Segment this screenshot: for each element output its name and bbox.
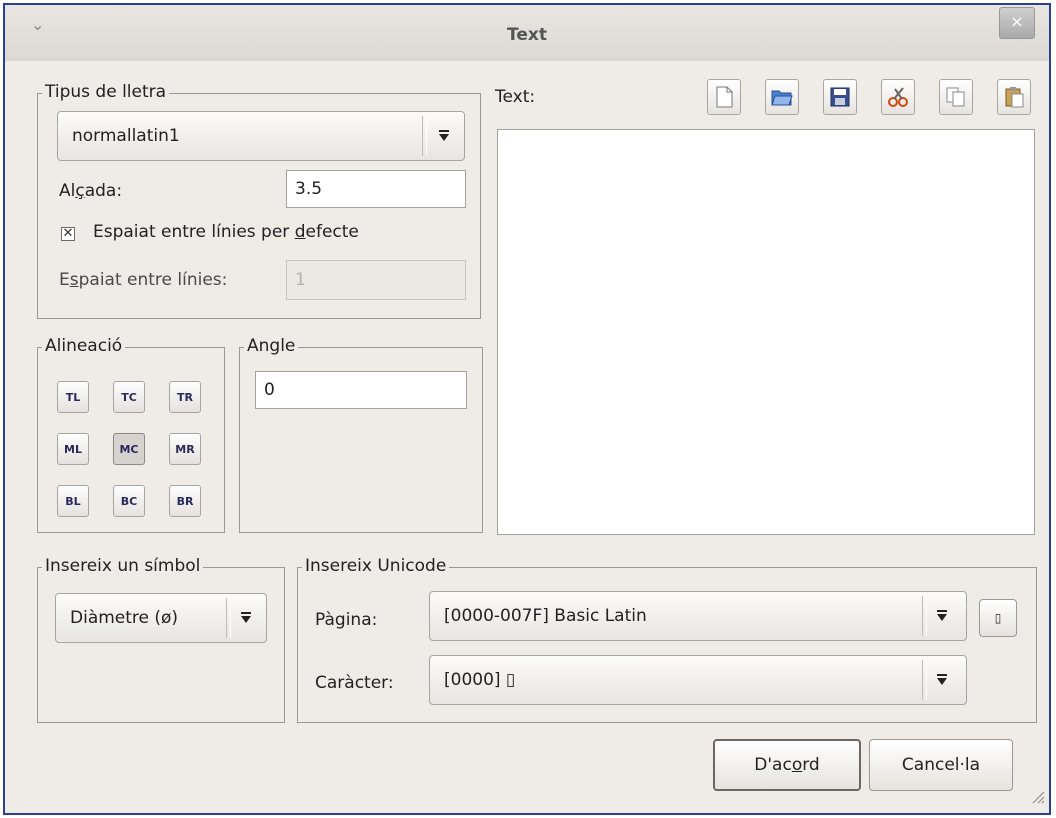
text-label: Text:: [495, 87, 536, 107]
default-spacing-label[interactable]: Espaiat entre línies per defecte: [93, 222, 359, 242]
height-input[interactable]: 3.5: [286, 170, 466, 208]
copy-icon[interactable]: [939, 79, 973, 115]
combo-separator: [922, 596, 927, 636]
align-br-button[interactable]: BR: [169, 485, 201, 517]
unicode-char-select[interactable]: [0000] ▯: [429, 655, 967, 705]
text-editor[interactable]: [497, 129, 1035, 535]
alignment-legend: Alineació: [42, 336, 126, 356]
angle-input[interactable]: 0: [255, 371, 467, 409]
font-select[interactable]: normallatin1: [57, 111, 465, 161]
dropdown-arrow-icon: [434, 112, 454, 160]
font-group-legend: Tipus de lletra: [42, 82, 170, 102]
page-label: Pàgina:: [315, 610, 378, 630]
line-spacing-input[interactable]: 1: [286, 260, 466, 300]
insert-unicode-button[interactable]: ▯: [979, 599, 1017, 637]
save-icon[interactable]: [823, 79, 857, 115]
align-mr-button[interactable]: MR: [169, 433, 201, 465]
symbol-select[interactable]: Diàmetre (ø): [55, 593, 267, 643]
align-bl-button[interactable]: BL: [57, 485, 89, 517]
align-tr-button[interactable]: TR: [169, 381, 201, 413]
dropdown-arrow-icon: [932, 656, 952, 704]
window-title: Text: [507, 25, 547, 45]
resize-grip-icon[interactable]: [1029, 788, 1045, 809]
cut-icon[interactable]: [881, 79, 915, 115]
unicode-page-select[interactable]: [0000-007F] Basic Latin: [429, 591, 967, 641]
angle-legend: Angle: [244, 336, 299, 356]
unicode-legend: Insereix Unicode: [302, 556, 450, 576]
symbol-legend: Insereix un símbol: [42, 556, 204, 576]
align-tc-button[interactable]: TC: [113, 381, 145, 413]
new-file-icon[interactable]: [707, 79, 741, 115]
unicode-page-value: [0000-007F] Basic Latin: [444, 606, 647, 626]
align-ml-button[interactable]: ML: [57, 433, 89, 465]
open-folder-icon[interactable]: [765, 79, 799, 115]
paste-icon[interactable]: [997, 79, 1031, 115]
combo-separator: [422, 116, 427, 156]
height-label: Alçada:: [59, 181, 123, 201]
cancel-button[interactable]: Cancel·la: [869, 739, 1013, 791]
combo-separator: [226, 598, 231, 638]
dropdown-arrow-icon: [236, 594, 256, 642]
line-spacing-label: Espaiat entre línies:: [59, 270, 228, 290]
symbol-group: Insereix un símbol: [37, 556, 285, 723]
font-select-value: normallatin1: [72, 126, 180, 146]
ok-button[interactable]: D'ac o rd: [713, 739, 861, 791]
combo-separator: [922, 660, 927, 700]
default-spacing-checkbox[interactable]: ✕: [61, 227, 75, 241]
text-dialog: ⌄ Text × Tipus de lletra normallatin1 Al…: [3, 3, 1051, 815]
align-mc-button[interactable]: MC: [113, 433, 145, 465]
unicode-char-value: [0000] ▯: [444, 670, 516, 690]
dropdown-arrow-icon: [932, 592, 952, 640]
close-icon[interactable]: ×: [999, 7, 1035, 39]
align-tl-button[interactable]: TL: [57, 381, 89, 413]
char-label: Caràcter:: [315, 673, 394, 693]
symbol-select-value: Diàmetre (ø): [70, 608, 179, 628]
title-bar[interactable]: ⌄ Text ×: [5, 5, 1049, 61]
align-bc-button[interactable]: BC: [113, 485, 145, 517]
